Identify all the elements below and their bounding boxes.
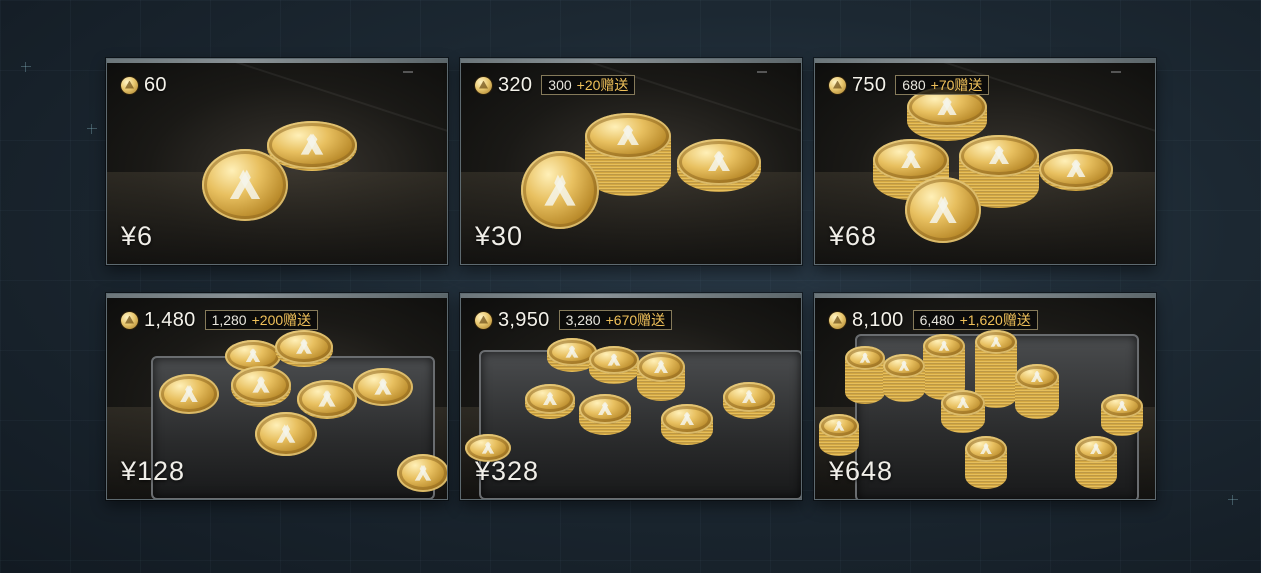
coin-amount: 8,100 bbox=[852, 308, 904, 331]
coin-image bbox=[723, 382, 775, 419]
gold-coin-icon bbox=[829, 76, 846, 94]
coin-image bbox=[589, 346, 639, 384]
bonus-base-amount: 680 bbox=[902, 77, 926, 93]
coin-stack-image bbox=[1039, 149, 1113, 191]
amount-row: 750 680 +70赠送 bbox=[829, 73, 990, 96]
price-label: ¥128 bbox=[121, 456, 186, 486]
pack-card-8100[interactable]: 8,100 6,480 +1,620赠送 ¥648 bbox=[814, 293, 1156, 500]
bonus-extra-amount: +20赠送 bbox=[576, 77, 629, 93]
bonus-badge: 3,280 +670赠送 bbox=[558, 310, 673, 330]
bonus-badge: 680 +70赠送 bbox=[895, 75, 990, 95]
gold-coin-icon bbox=[475, 76, 492, 94]
bonus-extra-amount: +200赠送 bbox=[251, 312, 312, 328]
decor-crosshair bbox=[1228, 495, 1238, 505]
decor-crosshair bbox=[87, 124, 97, 134]
card-top-bar bbox=[461, 59, 801, 63]
corner-mark bbox=[403, 71, 413, 73]
pack-card-750[interactable]: 750 680 +70赠送 ¥68 bbox=[814, 58, 1156, 265]
coin-image bbox=[231, 366, 291, 407]
price-label: ¥328 bbox=[475, 456, 540, 486]
coin-image bbox=[965, 436, 1007, 489]
amount-row: 1,480 1,280 +200赠送 bbox=[121, 308, 319, 331]
coin-image bbox=[883, 354, 925, 402]
bonus-extra-amount: +1,620赠送 bbox=[959, 312, 1031, 328]
gold-coin-icon bbox=[121, 76, 138, 94]
pack-card-60[interactable]: 60 ¥6 bbox=[106, 58, 448, 265]
price-label: ¥6 bbox=[121, 221, 154, 251]
pack-card-3950[interactable]: 3,950 3,280 +670赠送 ¥328 bbox=[460, 293, 802, 500]
bonus-base-amount: 6,480 bbox=[919, 312, 955, 328]
bonus-badge: 6,480 +1,620赠送 bbox=[912, 310, 1038, 330]
coin-image bbox=[941, 390, 985, 433]
coin-image bbox=[525, 384, 575, 419]
bonus-badge: 1,280 +200赠送 bbox=[204, 310, 319, 330]
coin-image bbox=[397, 454, 447, 492]
amount-row: 8,100 6,480 +1,620赠送 bbox=[829, 309, 1038, 331]
card-top-bar bbox=[107, 59, 447, 63]
amount-row: 3,950 3,280 +670赠送 bbox=[475, 308, 673, 331]
coin-image bbox=[905, 177, 981, 243]
currency-store-grid: 60 ¥6 320 300 +20赠送 ¥30 750 680 +70赠送 ¥6… bbox=[106, 58, 1156, 500]
bonus-base-amount: 1,280 bbox=[211, 312, 247, 328]
gold-coin-icon bbox=[121, 311, 138, 329]
coin-amount: 320 bbox=[498, 73, 533, 96]
coin-image bbox=[353, 368, 413, 406]
price-label: ¥30 bbox=[475, 221, 524, 251]
coin-image bbox=[521, 151, 599, 229]
coin-image bbox=[1015, 364, 1059, 419]
coin-image bbox=[975, 330, 1017, 408]
coin-amount: 1,480 bbox=[144, 308, 196, 331]
bonus-base-amount: 3,280 bbox=[565, 312, 601, 328]
coin-amount: 750 bbox=[852, 73, 887, 96]
gold-coin-icon bbox=[829, 311, 846, 329]
coin-image bbox=[159, 374, 219, 414]
decor-crosshair bbox=[21, 62, 31, 72]
bonus-badge: 300 +20赠送 bbox=[541, 75, 636, 95]
coin-image bbox=[661, 404, 713, 445]
amount-row: 320 300 +20赠送 bbox=[475, 73, 636, 96]
bonus-base-amount: 300 bbox=[548, 77, 572, 93]
pack-card-320[interactable]: 320 300 +20赠送 ¥30 bbox=[460, 58, 802, 265]
coin-amount: 60 bbox=[144, 73, 167, 96]
card-top-bar bbox=[815, 294, 1155, 298]
coin-image bbox=[1075, 436, 1117, 489]
coin-image bbox=[923, 334, 965, 400]
coin-image bbox=[637, 352, 685, 401]
bonus-extra-amount: +670赠送 bbox=[605, 312, 666, 328]
coin-image bbox=[202, 149, 288, 221]
gold-coin-icon bbox=[475, 311, 492, 329]
card-top-bar bbox=[107, 294, 447, 298]
coin-image bbox=[579, 394, 631, 435]
corner-mark bbox=[1111, 71, 1121, 73]
pack-card-1480[interactable]: 1,480 1,280 +200赠送 ¥128 bbox=[106, 293, 448, 500]
card-top-bar bbox=[461, 294, 801, 298]
coin-image bbox=[1101, 394, 1143, 436]
price-label: ¥648 bbox=[829, 456, 894, 486]
coin-image bbox=[275, 330, 333, 367]
coin-image bbox=[819, 414, 859, 456]
amount-row: 60 bbox=[121, 74, 167, 96]
coin-stack-image bbox=[959, 135, 1039, 208]
coin-image bbox=[845, 346, 885, 404]
coin-stack-image bbox=[677, 139, 761, 192]
card-top-bar bbox=[815, 59, 1155, 63]
corner-mark bbox=[757, 71, 767, 73]
bonus-extra-amount: +70赠送 bbox=[930, 77, 983, 93]
coin-amount: 3,950 bbox=[498, 308, 550, 331]
coin-stack-image bbox=[873, 139, 949, 200]
price-label: ¥68 bbox=[829, 221, 878, 251]
coin-image bbox=[255, 412, 317, 456]
